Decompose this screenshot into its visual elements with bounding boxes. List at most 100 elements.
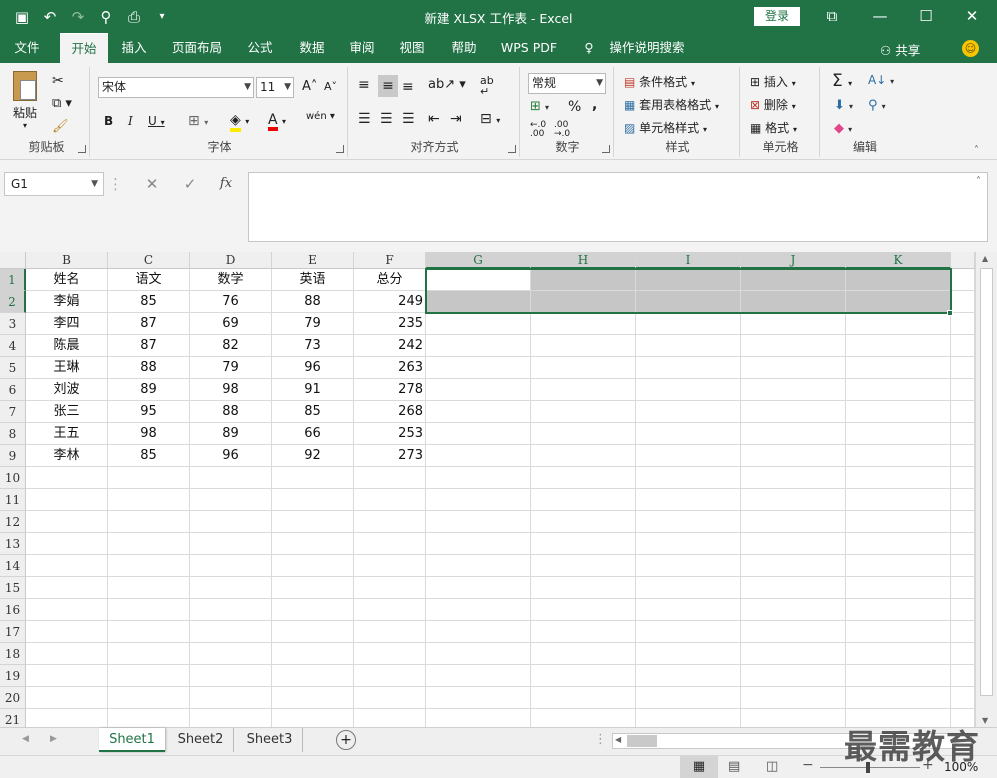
cell-k12[interactable]: [846, 511, 951, 533]
cell-k5[interactable]: [846, 357, 951, 379]
row-header-3[interactable]: 3: [0, 313, 26, 335]
cell-i10[interactable]: [636, 467, 741, 489]
paste-button[interactable]: 粘贴 ▾: [10, 71, 40, 131]
normal-view-icon[interactable]: ▦: [680, 756, 718, 778]
cell-j13[interactable]: [741, 533, 846, 555]
cell-c7[interactable]: 95: [108, 401, 190, 423]
row-header-14[interactable]: 14: [0, 555, 26, 577]
phonetic-icon[interactable]: wén ▾: [306, 111, 335, 122]
cell-d20[interactable]: [190, 687, 272, 709]
number-launcher-icon[interactable]: [602, 145, 610, 153]
scroll-up-icon[interactable]: ▲: [982, 254, 988, 263]
cell-j8[interactable]: [741, 423, 846, 445]
formula-input[interactable]: [248, 172, 988, 242]
cell-c12[interactable]: [108, 511, 190, 533]
align-middle-icon[interactable]: ≡: [378, 75, 398, 97]
cell-h3[interactable]: [531, 313, 636, 335]
scroll-down-icon[interactable]: ▼: [982, 716, 988, 725]
decrease-indent-icon[interactable]: ⇤: [428, 111, 440, 127]
cell-f7[interactable]: 268: [354, 401, 426, 423]
wrap-text-icon[interactable]: ab ↵: [480, 75, 494, 97]
cell-f12[interactable]: [354, 511, 426, 533]
cell-b1[interactable]: 姓名: [26, 269, 108, 291]
cell-d10[interactable]: [190, 467, 272, 489]
cell-e18[interactable]: [272, 643, 354, 665]
cell-f8[interactable]: 253: [354, 423, 426, 445]
cell-b2[interactable]: 李娟: [26, 291, 108, 313]
cell-c8[interactable]: 98: [108, 423, 190, 445]
cell-f3[interactable]: 235: [354, 313, 426, 335]
cell-d16[interactable]: [190, 599, 272, 621]
cell-i14[interactable]: [636, 555, 741, 577]
cell-k14[interactable]: [846, 555, 951, 577]
cell-j2[interactable]: [741, 291, 846, 313]
select-all-corner[interactable]: [0, 252, 26, 269]
format-as-table-button[interactable]: ▦ 套用表格格式 ▾: [624, 96, 719, 113]
cell-k7[interactable]: [846, 401, 951, 423]
cell-d17[interactable]: [190, 621, 272, 643]
fill-handle[interactable]: [947, 310, 953, 316]
cell-d1[interactable]: 数学: [190, 269, 272, 291]
cell-c14[interactable]: [108, 555, 190, 577]
row-header-8[interactable]: 8: [0, 423, 26, 445]
cell-f14[interactable]: [354, 555, 426, 577]
cell-h1[interactable]: [531, 269, 636, 291]
fill-color-icon[interactable]: ◈ ▾: [230, 112, 249, 132]
vertical-scrollbar[interactable]: ▲ ▼: [975, 252, 997, 727]
font-launcher-icon[interactable]: [336, 145, 344, 153]
cell-h15[interactable]: [531, 577, 636, 599]
alignment-launcher-icon[interactable]: [508, 145, 516, 153]
tab-review[interactable]: 审阅: [342, 33, 382, 63]
cell-i2[interactable]: [636, 291, 741, 313]
cell-j18[interactable]: [741, 643, 846, 665]
vertical-scroll-thumb[interactable]: [980, 268, 993, 696]
cell-i9[interactable]: [636, 445, 741, 467]
row-header-6[interactable]: 6: [0, 379, 26, 401]
cell-i1[interactable]: [636, 269, 741, 291]
cell-b11[interactable]: [26, 489, 108, 511]
cell-b19[interactable]: [26, 665, 108, 687]
cell-g17[interactable]: [426, 621, 531, 643]
column-header-k[interactable]: K: [846, 252, 951, 269]
tab-wps-pdf[interactable]: WPS PDF: [496, 33, 562, 63]
percent-button[interactable]: %: [568, 99, 581, 115]
cell-d9[interactable]: 96: [190, 445, 272, 467]
orientation-icon[interactable]: ab↗ ▾: [428, 77, 466, 92]
cell-f19[interactable]: [354, 665, 426, 687]
tab-data[interactable]: 数据: [292, 33, 332, 63]
cell-i20[interactable]: [636, 687, 741, 709]
font-size-select[interactable]: 11 ▼: [256, 77, 294, 98]
cell-g13[interactable]: [426, 533, 531, 555]
font-color-button[interactable]: A ▾: [268, 112, 286, 131]
cell-b10[interactable]: [26, 467, 108, 489]
cell-c18[interactable]: [108, 643, 190, 665]
cell-j11[interactable]: [741, 489, 846, 511]
cell-e5[interactable]: 96: [272, 357, 354, 379]
cell-f16[interactable]: [354, 599, 426, 621]
cell-f4[interactable]: 242: [354, 335, 426, 357]
cell-j4[interactable]: [741, 335, 846, 357]
cell-c10[interactable]: [108, 467, 190, 489]
cell-b5[interactable]: 王琳: [26, 357, 108, 379]
cell-h20[interactable]: [531, 687, 636, 709]
cell-c19[interactable]: [108, 665, 190, 687]
cell-g7[interactable]: [426, 401, 531, 423]
autosum-icon[interactable]: Σ ▾: [832, 71, 852, 91]
row-header-13[interactable]: 13: [0, 533, 26, 555]
cell-h16[interactable]: [531, 599, 636, 621]
cell-c4[interactable]: 87: [108, 335, 190, 357]
row-header-11[interactable]: 11: [0, 489, 26, 511]
cell-b8[interactable]: 王五: [26, 423, 108, 445]
column-header-c[interactable]: C: [108, 252, 190, 269]
align-center-icon[interactable]: ☰: [380, 111, 393, 127]
cell-i4[interactable]: [636, 335, 741, 357]
tell-me-search[interactable]: 操作说明搜索: [604, 33, 690, 63]
cell-g10[interactable]: [426, 467, 531, 489]
tab-page-layout[interactable]: 页面布局: [166, 33, 228, 63]
cell-h13[interactable]: [531, 533, 636, 555]
row-header-2[interactable]: 2: [0, 291, 26, 313]
comma-button[interactable]: ,: [592, 97, 597, 113]
cell-c20[interactable]: [108, 687, 190, 709]
collapse-ribbon-icon[interactable]: ˄: [974, 145, 979, 156]
cell-j7[interactable]: [741, 401, 846, 423]
